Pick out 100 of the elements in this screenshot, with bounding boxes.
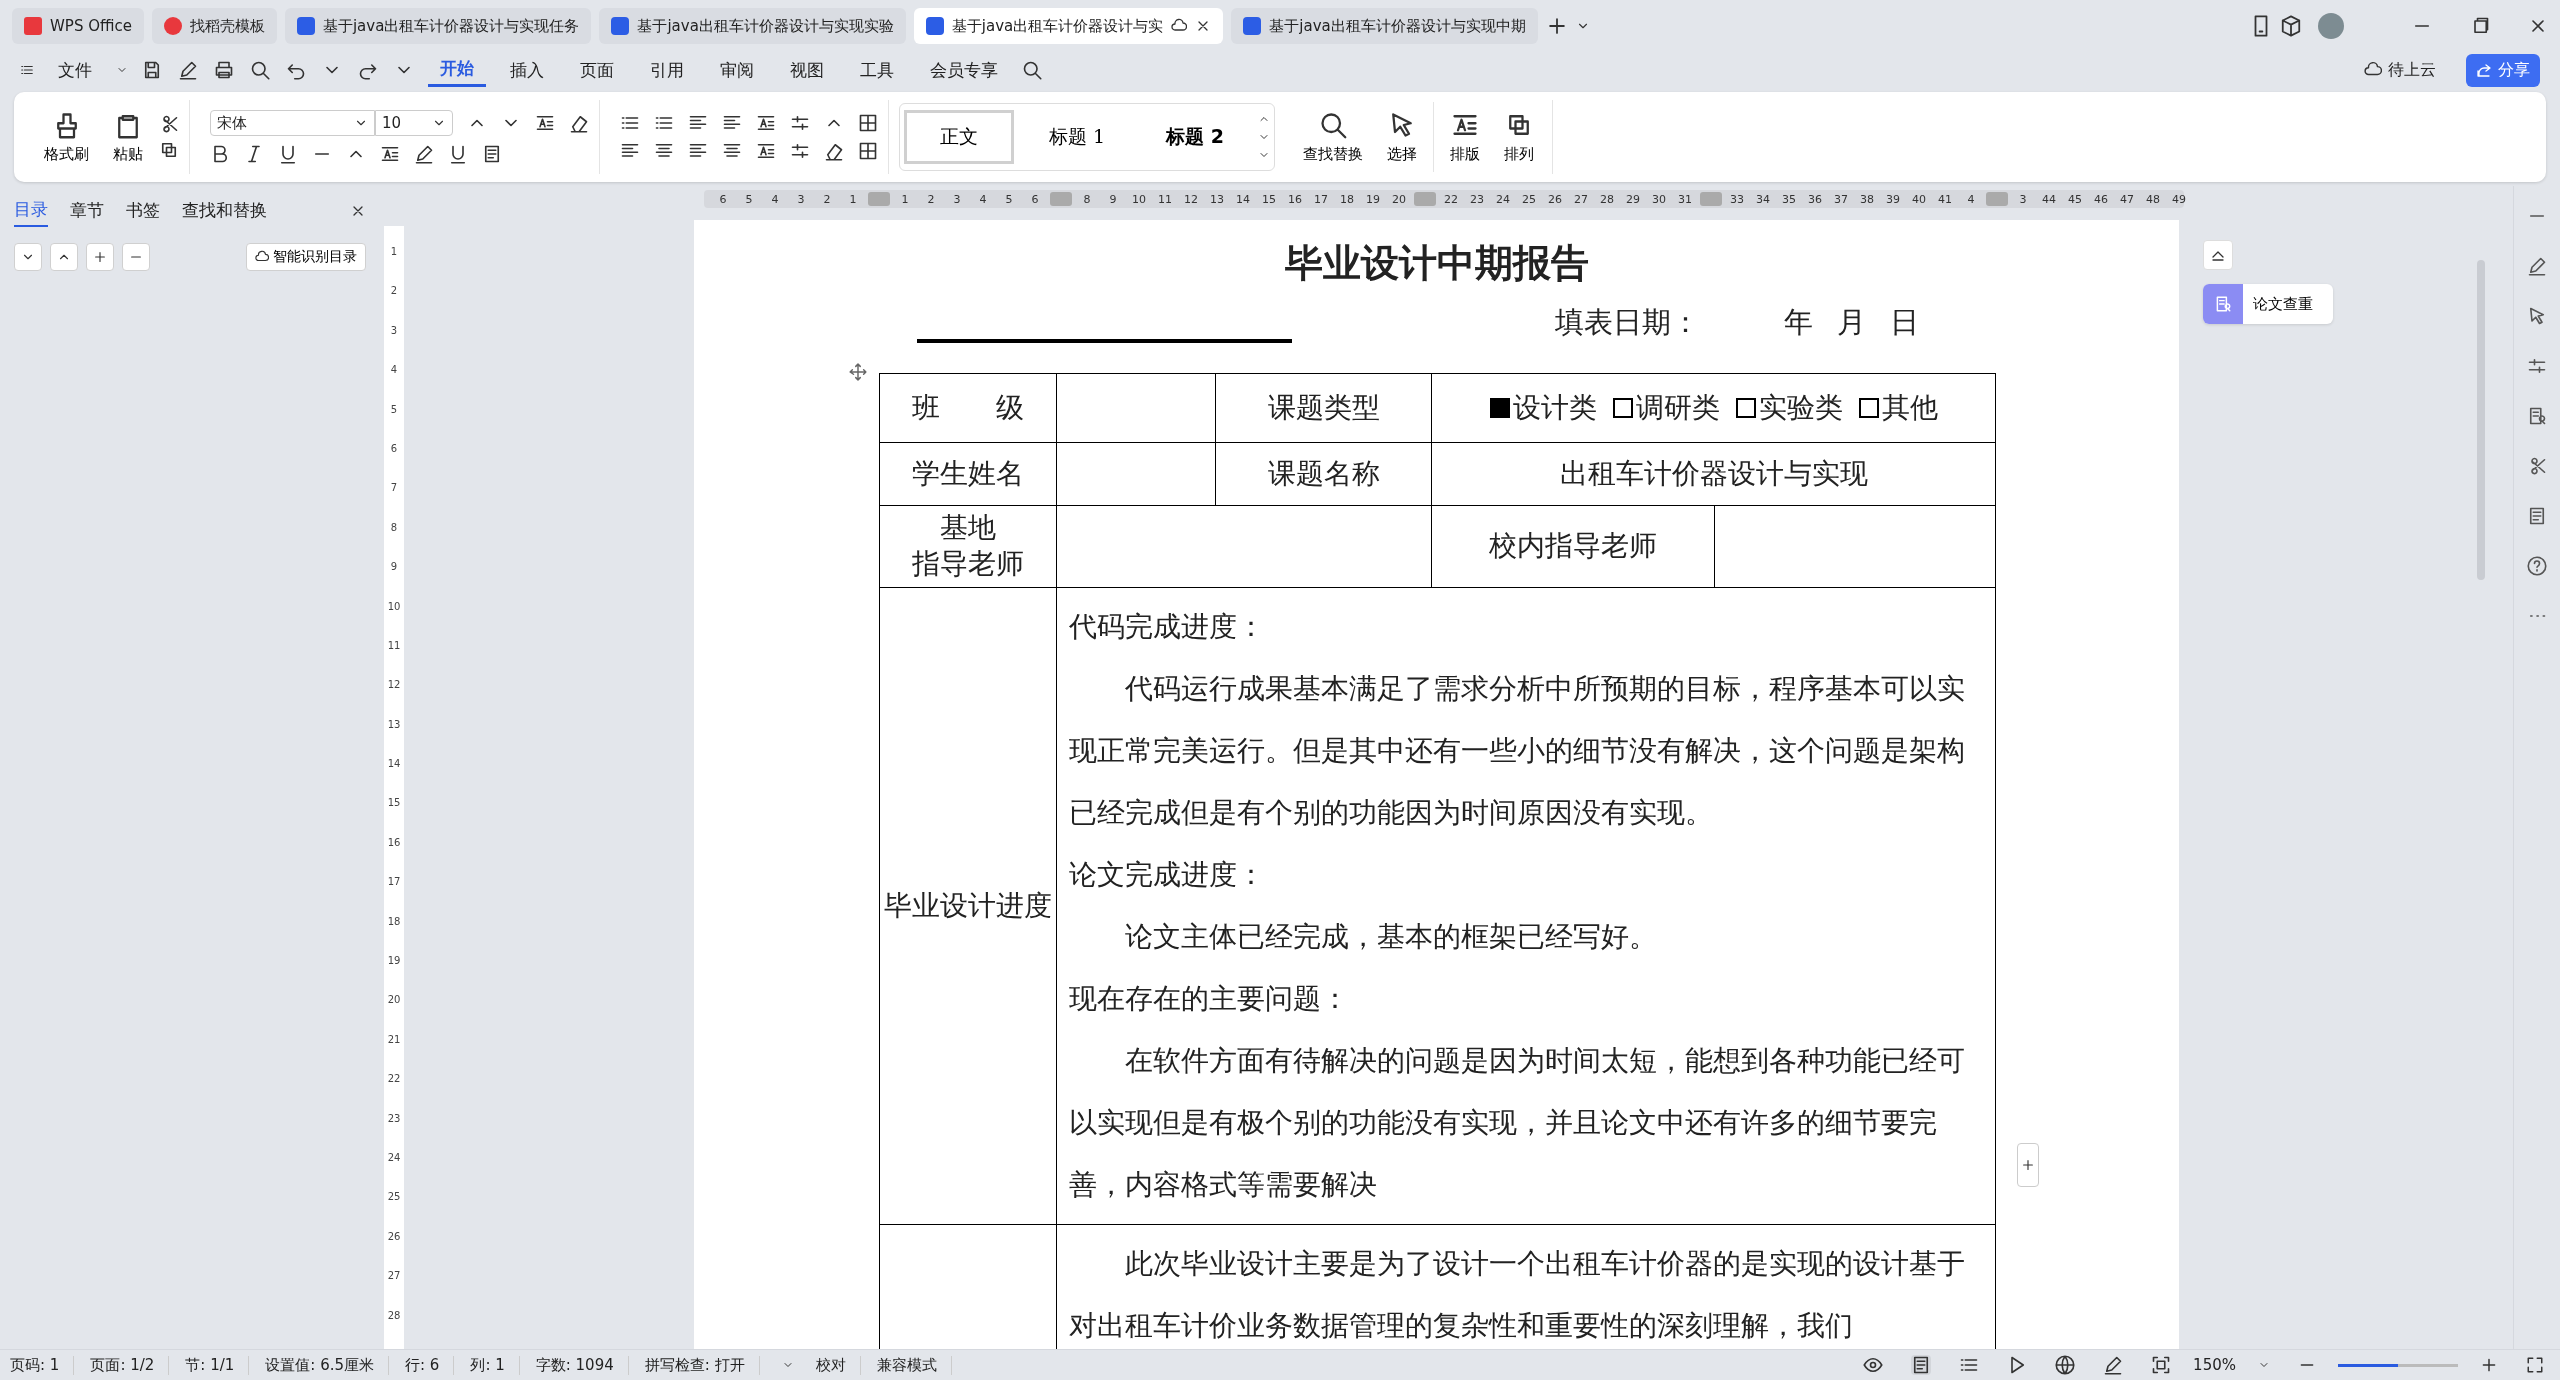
checkbox[interactable]: [1735, 398, 1756, 418]
pen-icon[interactable]: [178, 60, 198, 80]
style-preset[interactable]: 正文: [904, 110, 1014, 164]
clear-format-icon[interactable]: [569, 113, 589, 133]
plus-icon[interactable]: [93, 250, 107, 264]
cursor-icon[interactable]: [2527, 306, 2547, 326]
ruler-number: 23: [1469, 192, 1485, 206]
format-painter-button[interactable]: 格式刷: [36, 106, 97, 168]
ruler-margin-handle[interactable]: [868, 192, 890, 206]
avatar[interactable]: [2318, 13, 2344, 39]
menu-tab[interactable]: 开始: [428, 53, 486, 87]
plus-icon[interactable]: [2021, 1158, 2035, 1172]
zoom-in-icon[interactable]: [2480, 1356, 2498, 1374]
option-label: 其他: [1881, 390, 1938, 426]
paste-button[interactable]: 粘贴: [105, 106, 151, 168]
underline-icon[interactable]: [278, 144, 298, 164]
panel-tab[interactable]: 查找和替换: [182, 195, 267, 226]
print-icon[interactable]: [214, 60, 234, 80]
font-name-dropdown[interactable]: 宋体: [210, 110, 375, 136]
border-icon[interactable]: [858, 141, 878, 161]
add-row-button[interactable]: [2017, 1143, 2039, 1187]
ruler-number: 5: [1004, 192, 1014, 206]
ruler-number: 1: [900, 192, 910, 206]
spell-check-dropdown[interactable]: 拼写检查: 打开: [644, 1355, 760, 1375]
table-move-icon[interactable]: [849, 363, 867, 381]
panel-tab[interactable]: 目录: [14, 194, 48, 227]
checkbox[interactable]: [1489, 398, 1510, 418]
menu-tab[interactable]: 审阅: [708, 54, 766, 86]
zoom-slider[interactable]: [2338, 1363, 2458, 1367]
menu-tab[interactable]: 视图: [778, 54, 836, 86]
remove-button[interactable]: [122, 243, 150, 271]
share-icon[interactable]: [2476, 62, 2492, 78]
search-icon[interactable]: [1022, 60, 1042, 80]
cube-icon[interactable]: [2280, 15, 2302, 37]
document-tab[interactable]: 基于java出租车计价器设计与实现任务: [284, 8, 592, 44]
menu-tab[interactable]: 插入: [498, 54, 556, 86]
fit-page-icon[interactable]: [2151, 1355, 2172, 1375]
ribbon-tool-button[interactable]: 排列: [1496, 106, 1542, 168]
review-icon[interactable]: [2527, 406, 2547, 426]
smart-toc-button[interactable]: 智能识别目录: [246, 243, 366, 271]
tab-label: 基于java出租车计价器设计与实现实验: [637, 16, 894, 36]
ribbon-tool-button[interactable]: 选择: [1379, 106, 1425, 168]
zoom-level[interactable]: 150%: [2193, 1356, 2236, 1374]
scrollbar-thumb[interactable]: [2477, 260, 2485, 580]
document-tab[interactable]: 基于java出租车计价器设计与实现实验: [599, 8, 906, 44]
font-size-dropdown[interactable]: 10: [375, 110, 453, 136]
document-title: 毕业设计中期报告: [1283, 240, 1590, 287]
panel-tab[interactable]: 书签: [126, 195, 160, 226]
ribbon-tool-button[interactable]: 查找替换: [1295, 106, 1371, 168]
reading-mode-icon[interactable]: [1863, 1355, 1884, 1375]
menu-tab[interactable]: 引用: [638, 54, 696, 86]
menu-tab[interactable]: 页面: [568, 54, 626, 86]
sliders-icon[interactable]: [2527, 356, 2547, 376]
ruler-number: 41: [1937, 192, 1953, 206]
pen-icon[interactable]: [2527, 256, 2547, 276]
ruler-margin-handle[interactable]: [1986, 192, 2008, 206]
document-tab[interactable]: 基于java出租车计价器设计与实现中期: [1231, 8, 1538, 44]
checkbox[interactable]: [1612, 398, 1633, 418]
panel-tab[interactable]: 章节: [70, 195, 104, 226]
copy-icon[interactable]: [159, 140, 179, 160]
ruler-margin-handle[interactable]: [1414, 192, 1436, 206]
menu-icon[interactable]: [20, 63, 34, 77]
save-icon[interactable]: [142, 60, 162, 80]
cloud-status-button[interactable]: 待上云: [2364, 59, 2436, 81]
ruler-number: 17: [387, 876, 401, 890]
menu-tab[interactable]: 工具: [848, 54, 906, 86]
document-tab[interactable]: WPS Office: [12, 8, 144, 44]
document-tab[interactable]: 找稻壳模板: [151, 8, 277, 44]
document-search-icon[interactable]: [2214, 295, 2232, 313]
status-item[interactable]: 校对: [815, 1355, 861, 1375]
ruler-margin-handle[interactable]: [1050, 192, 1072, 206]
collapse-button[interactable]: [2203, 240, 2233, 270]
tab-label: 基于java出租车计价器设计与实: [951, 16, 1164, 36]
share-button[interactable]: 分享: [2466, 53, 2540, 87]
help-icon[interactable]: [2527, 556, 2547, 576]
pen-icon[interactable]: [2103, 1355, 2124, 1375]
plagiarism-check-button[interactable]: 论文查重: [2203, 284, 2333, 324]
fullscreen-icon[interactable]: [2526, 1356, 2544, 1374]
ruler-number: 47: [2119, 192, 2135, 206]
ruler-number: 45: [2067, 192, 2083, 206]
add-button[interactable]: [86, 243, 114, 271]
ruler-number: 49: [2171, 192, 2187, 206]
word-document-icon: [925, 17, 944, 35]
ribbon-tool-button[interactable]: 排版: [1442, 106, 1488, 168]
ruler-number: 25: [1521, 192, 1537, 206]
gridlines-icon[interactable]: [858, 113, 878, 133]
checkbox[interactable]: [1858, 398, 1879, 418]
page-view-icon[interactable]: [1911, 1355, 1932, 1375]
document-tab[interactable]: 基于java出租车计价器设计与实: [913, 8, 1224, 44]
menu-tab[interactable]: 文件: [46, 54, 104, 86]
cloud-icon[interactable]: [1171, 18, 1188, 34]
ruler-number: 18: [1339, 192, 1355, 206]
web-view-icon[interactable]: [2055, 1355, 2076, 1375]
search-icon[interactable]: [1319, 110, 1347, 139]
ruler-number: 2: [822, 192, 832, 206]
ruler-margin-handle[interactable]: [1700, 192, 1722, 206]
status-item: 列: 1: [470, 1355, 520, 1375]
status-item[interactable]: 兼容模式: [876, 1355, 952, 1375]
menu-tab[interactable]: 会员专享: [918, 54, 1010, 86]
word-document-icon: [611, 17, 630, 35]
